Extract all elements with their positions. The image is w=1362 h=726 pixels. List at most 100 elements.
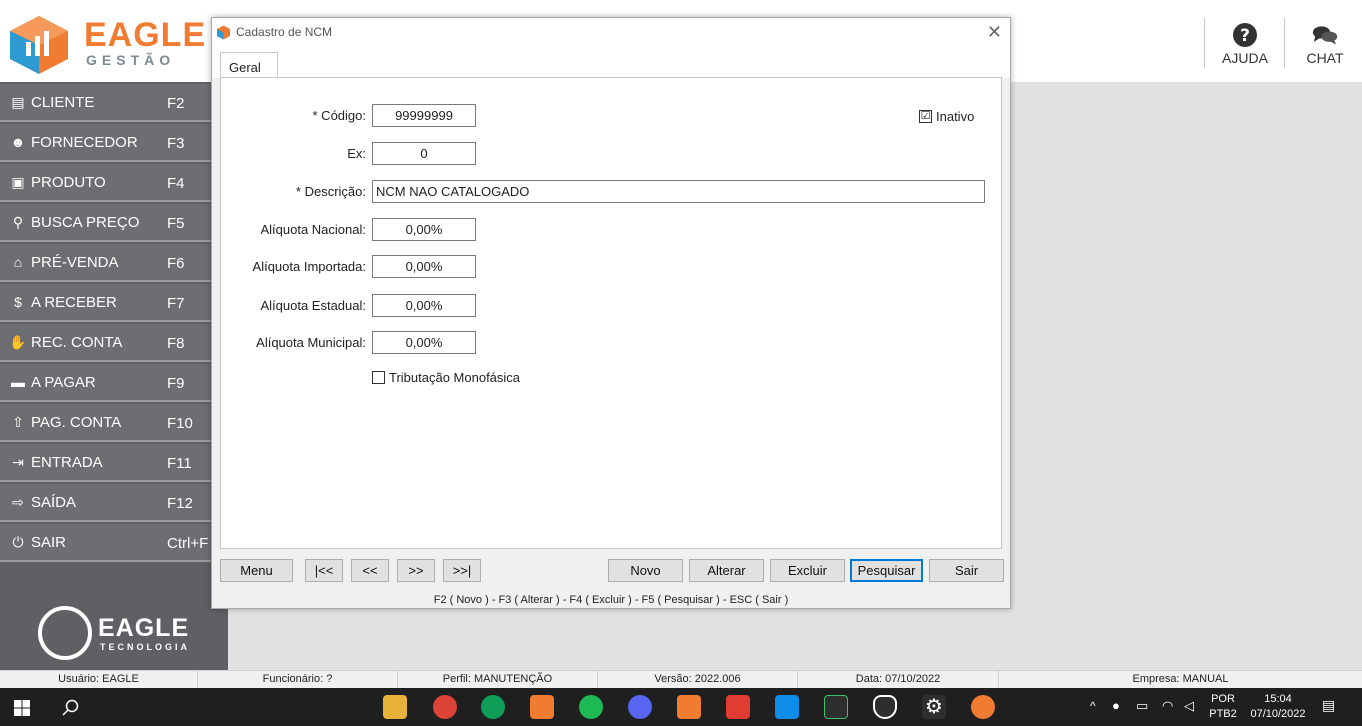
aliquota-municipal-input[interactable]: 0,00%	[372, 331, 476, 354]
logo-subtitle: GESTÃO	[86, 52, 176, 68]
aliquota-nacional-input[interactable]: 0,00%	[372, 218, 476, 241]
pdv-app-icon[interactable]	[530, 695, 554, 719]
upload-icon: ⇧	[12, 413, 24, 430]
sidebar-item-pre-venda[interactable]: ⌂ PRÉ-VENDA F6	[0, 244, 211, 282]
inativo-checkbox[interactable]: ☑ Inativo	[919, 109, 974, 124]
sidebar: ▤ CLIENTE F2 ☻ FORNECEDOR F3 ▣ PRODUTO F…	[0, 82, 228, 670]
volume-icon[interactable]: ◁	[1184, 698, 1194, 713]
aliquota-estadual-input[interactable]: 0,00%	[372, 294, 476, 317]
eagle-gestao-logo: EAGLE GESTÃO	[6, 12, 205, 76]
sign-in-icon: ⇥	[12, 453, 24, 470]
sidebar-item-shortcut: F6	[167, 255, 185, 272]
dialog-title: Cadastro de NCM	[236, 25, 333, 39]
battery-icon[interactable]: ▭	[1136, 698, 1148, 713]
power-icon: ⏻	[12, 533, 24, 550]
wallet-icon: ▬	[11, 374, 25, 390]
sidebar-item-cliente[interactable]: ▤ CLIENTE F2	[0, 84, 211, 122]
sidebar-item-shortcut: F7	[167, 295, 185, 312]
aliquota-municipal-label: Alíquota Municipal:	[256, 335, 366, 350]
anydesk-icon[interactable]	[726, 695, 750, 719]
show-hidden-icons-icon[interactable]: ^	[1090, 699, 1096, 714]
logo-title: EAGLE	[84, 16, 207, 54]
chat-bubbles-icon	[1312, 26, 1338, 45]
menu-button[interactable]: Menu	[220, 559, 293, 582]
file-explorer-icon[interactable]	[383, 695, 407, 719]
aliquota-importada-input[interactable]: 0,00%	[372, 255, 476, 278]
sidebar-item-a-receber[interactable]: $ A RECEBER F7	[0, 284, 211, 322]
eagle-tecnologia-logo: EAGLE TECNOLOGIA	[36, 602, 206, 662]
sidebar-item-sair[interactable]: ⏻ SAIR Ctrl+F	[0, 524, 211, 562]
sidebar-item-shortcut: F12	[167, 495, 193, 512]
inativo-label: Inativo	[936, 109, 975, 124]
search-icon: ⚲	[12, 213, 24, 230]
chat-button[interactable]: CHAT	[1285, 18, 1362, 70]
tab-geral[interactable]: Geral	[220, 52, 278, 79]
wifi-icon[interactable]: ◠	[1162, 698, 1173, 713]
network-app-icon[interactable]	[824, 695, 848, 719]
sidebar-item-fornecedor[interactable]: ☻ FORNECEDOR F3	[0, 124, 211, 162]
status-bar: Usuário: EAGLE Funcionário: ? Perfil: MA…	[0, 670, 1362, 689]
settings-gear-icon[interactable]: ⚙	[922, 695, 946, 719]
hand-money-icon: ✋	[9, 333, 27, 350]
ncm-dialog: Cadastro de NCM ✕ Geral * Código: 999999…	[211, 17, 1011, 609]
excluir-button[interactable]: Excluir	[770, 559, 845, 582]
descricao-input[interactable]: NCM NAO CATALOGADO	[372, 180, 985, 203]
clock-date: 07/10/2022	[1250, 708, 1306, 720]
codigo-input[interactable]: 99999999	[372, 104, 476, 127]
question-circle-icon: ?	[1233, 23, 1257, 47]
eagle-app-icon[interactable]	[677, 695, 701, 719]
last-record-button[interactable]: >>|	[443, 559, 481, 582]
sair-button[interactable]: Sair	[929, 559, 1004, 582]
close-icon[interactable]: ✕	[987, 22, 1002, 42]
sidebar-item-produto[interactable]: ▣ PRODUTO F4	[0, 164, 211, 202]
shortcut-hint: F2 ( Novo ) - F3 ( Alterar ) - F4 ( Excl…	[433, 594, 789, 606]
alterar-button[interactable]: Alterar	[689, 559, 764, 582]
status-versao: Versão: 2022.006	[654, 673, 741, 685]
novo-button[interactable]: Novo	[608, 559, 683, 582]
checkbox-unchecked-icon	[372, 371, 385, 384]
status-data: Data: 07/10/2022	[855, 673, 941, 685]
pesquisar-button[interactable]: Pesquisar	[850, 559, 923, 582]
eagle-tray-app-icon[interactable]	[971, 695, 995, 719]
next-record-button[interactable]: >>	[397, 559, 435, 582]
basket-icon: ⌂	[13, 254, 23, 270]
sidebar-item-rec-conta[interactable]: ✋ REC. CONTA F8	[0, 324, 211, 362]
sidebar-item-a-pagar[interactable]: ▬ A PAGAR F9	[0, 364, 211, 402]
ex-label: Ex:	[347, 146, 366, 161]
sign-out-icon: ⇨	[12, 493, 24, 510]
notifications-icon[interactable]: ▤	[1322, 698, 1335, 713]
windows-taskbar: ⚙ ^ ● ▭ ◠ ◁ POR PTB2 15:04 07/10/2022 ▤	[0, 688, 1362, 726]
sidebar-item-pag-conta[interactable]: ⇧ PAG. CONTA F10	[0, 404, 211, 442]
aliquota-estadual-label: Alíquota Estadual:	[260, 298, 366, 313]
previous-record-button[interactable]: <<	[351, 559, 389, 582]
sidebar-item-busca-preco[interactable]: ⚲ BUSCA PREÇO F5	[0, 204, 211, 242]
sidebar-item-shortcut: F2	[167, 95, 185, 112]
checkbox-checked-icon: ☑	[919, 110, 932, 123]
microphone-icon[interactable]: ●	[1112, 698, 1120, 713]
tributacao-monofasica-checkbox[interactable]: Tributação Monofásica	[372, 370, 520, 385]
teamviewer-icon[interactable]	[775, 695, 799, 719]
search-icon[interactable]	[62, 699, 80, 717]
clock[interactable]: 15:04 07/10/2022	[1242, 692, 1314, 722]
help-button[interactable]: ? AJUDA	[1205, 18, 1285, 70]
codigo-label: * Código:	[312, 108, 366, 123]
box-icon: ▣	[11, 173, 25, 190]
discord-icon[interactable]	[628, 695, 652, 719]
clock-time: 15:04	[1264, 693, 1292, 705]
chrome-profile-icon[interactable]	[481, 695, 505, 719]
svg-text:?: ?	[1240, 26, 1250, 46]
windows-start-icon[interactable]	[14, 700, 30, 716]
shield-icon[interactable]	[873, 695, 897, 719]
ex-input[interactable]: 0	[372, 142, 476, 165]
chrome-icon[interactable]	[433, 695, 457, 719]
dialog-titlebar[interactable]: Cadastro de NCM ✕	[212, 18, 1010, 48]
first-record-button[interactable]: |<<	[305, 559, 343, 582]
sidebar-item-entrada[interactable]: ⇥ ENTRADA F11	[0, 444, 211, 482]
input-language[interactable]: POR PTB2	[1206, 692, 1240, 722]
language-code: POR	[1211, 693, 1235, 705]
help-label: AJUDA	[1222, 50, 1268, 66]
status-perfil: Perfil: MANUTENÇÃO	[442, 673, 553, 685]
sidebar-item-saida[interactable]: ⇨ SAÍDA F12	[0, 484, 211, 522]
footer-logo-title: EAGLE	[98, 614, 190, 642]
spotify-icon[interactable]	[579, 695, 603, 719]
